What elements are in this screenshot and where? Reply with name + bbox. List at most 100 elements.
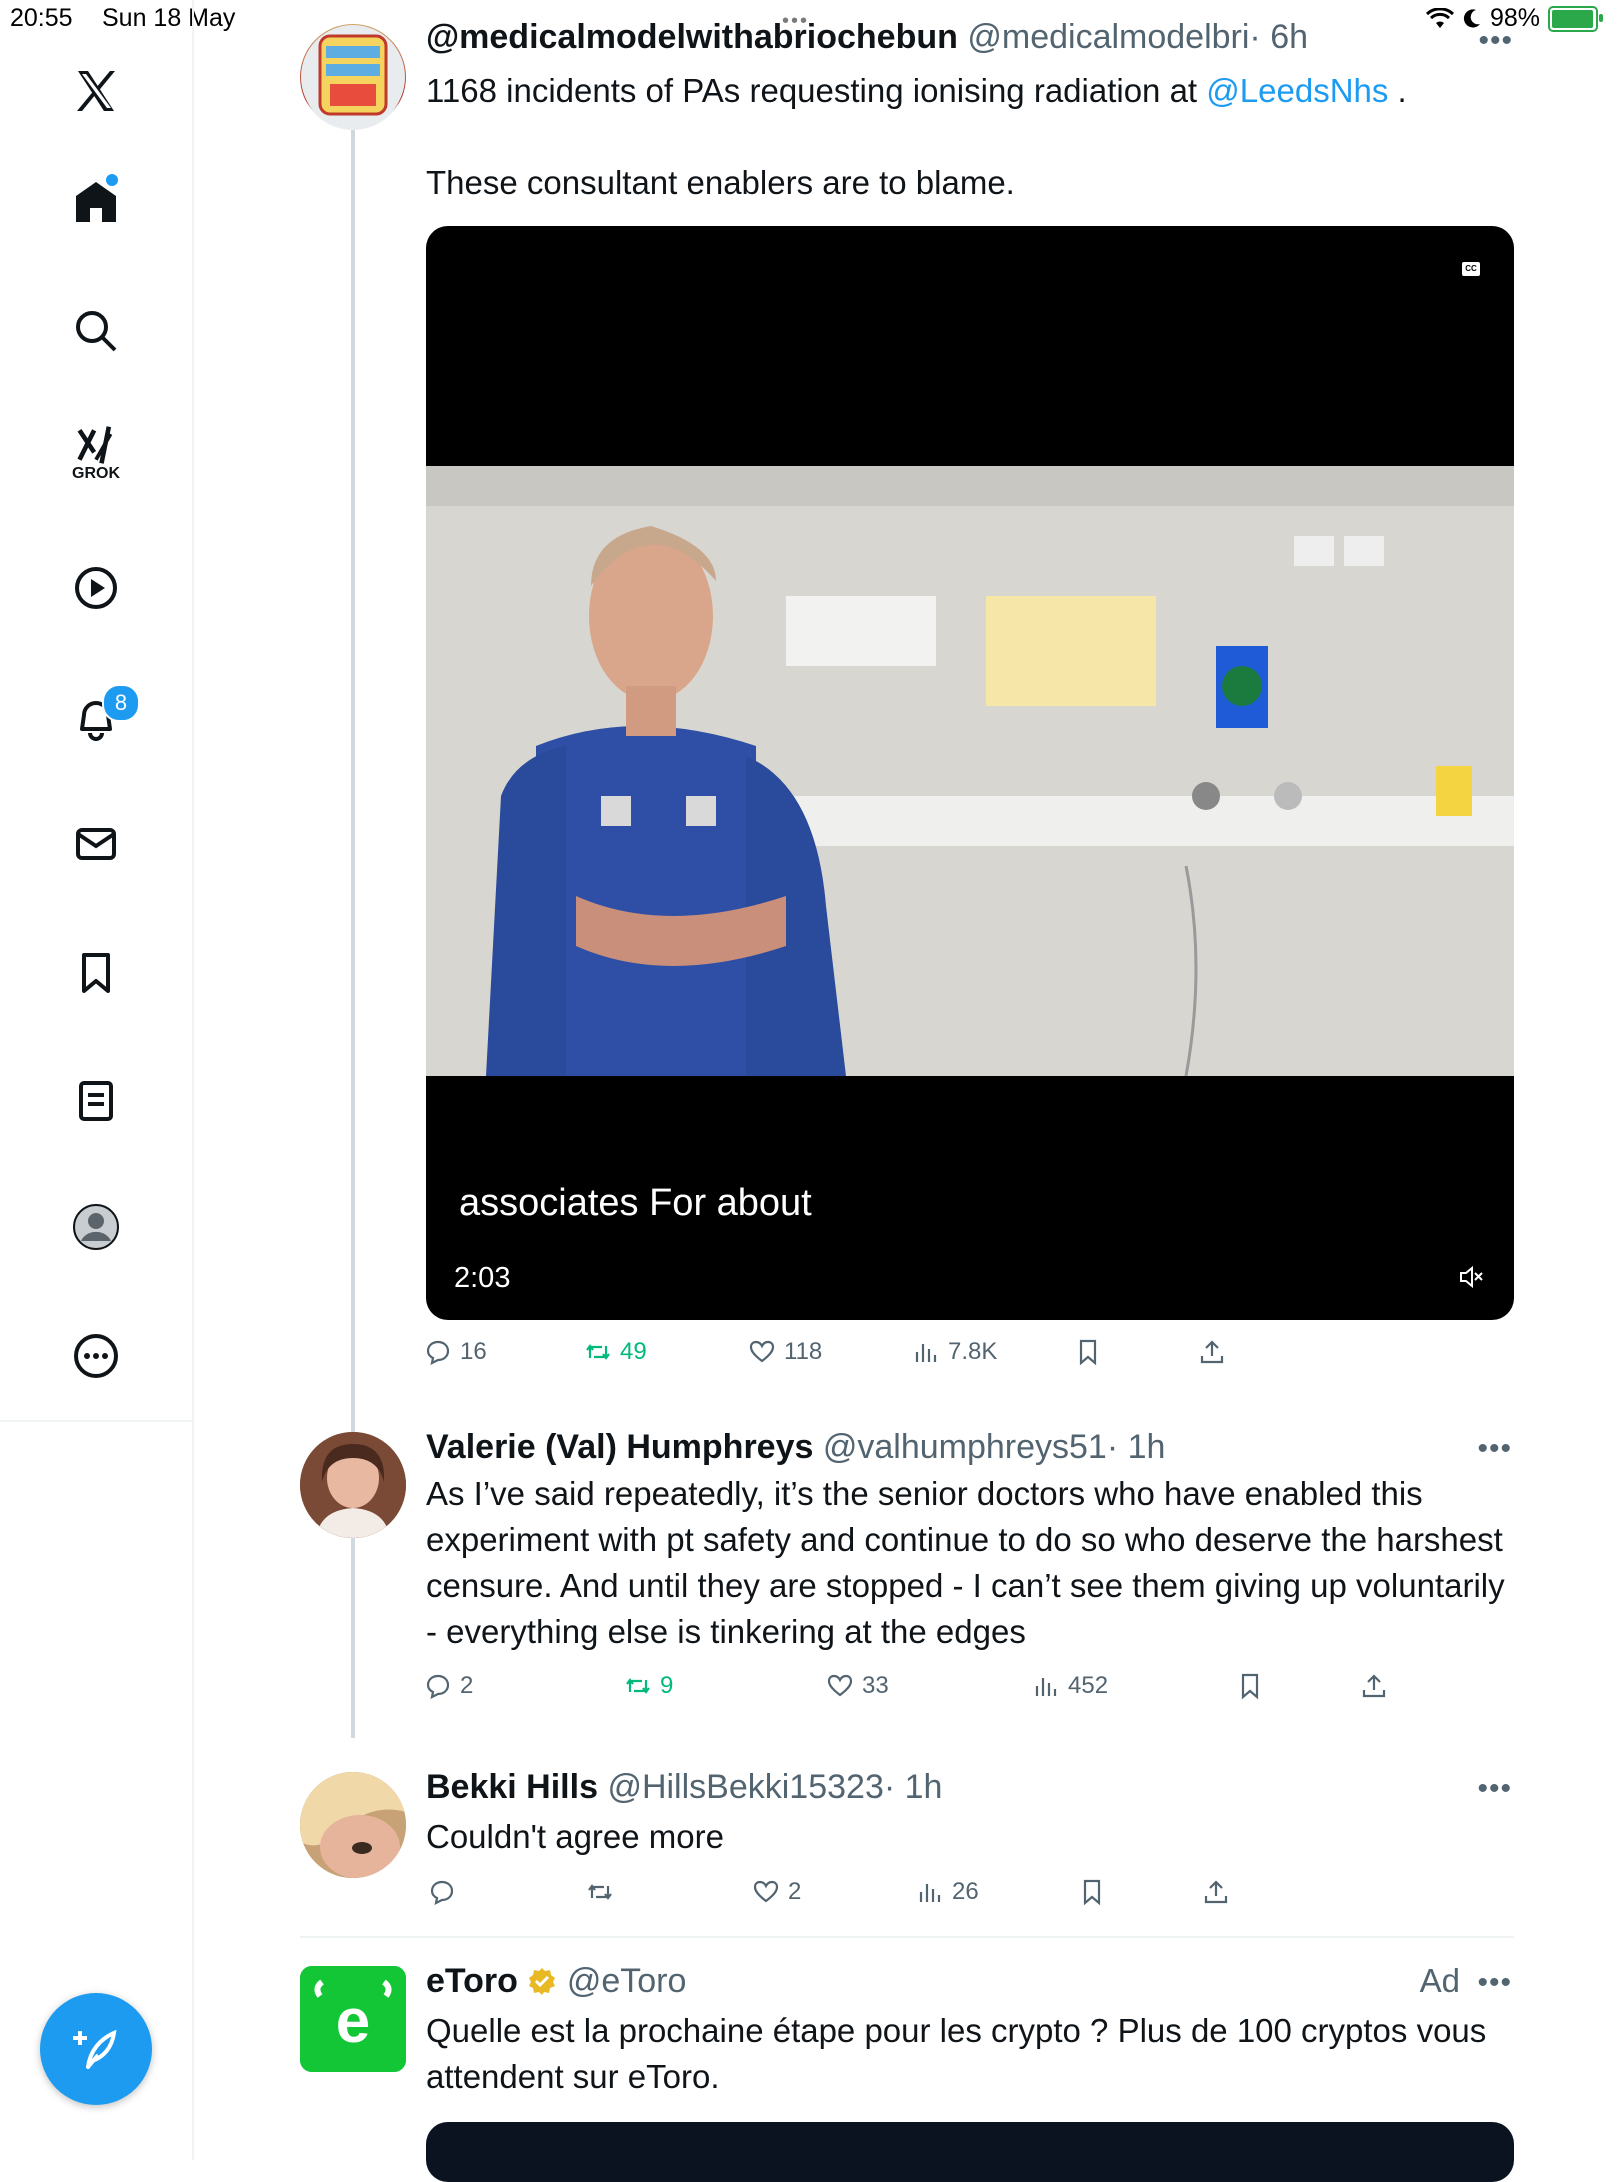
tweet-time[interactable]: · 6h — [1249, 18, 1308, 56]
reply-count: 16 — [460, 1338, 487, 1365]
views-count: 26 — [952, 1878, 979, 1905]
author-handle[interactable]: @medicalmodelbri — [967, 18, 1249, 56]
svg-text:e: e — [336, 1987, 370, 2056]
share-icon — [1200, 1340, 1224, 1364]
avatar[interactable] — [300, 24, 406, 130]
author-name[interactable]: eToro — [426, 1962, 518, 2000]
grok-label: GROK — [72, 465, 120, 482]
bookmark-icon — [1083, 1879, 1101, 1906]
thread-line — [351, 130, 355, 1435]
views-icon — [919, 1884, 941, 1902]
tweet-actions: 2 26 — [424, 1878, 1244, 1918]
tweet-header: Valerie (Val) Humphreys @valhumphreys51·… — [426, 1428, 1165, 1467]
video-player[interactable]: CC associates For about 2:03 — [426, 226, 1514, 1320]
author-handle[interactable]: @eToro — [567, 1962, 687, 2000]
lists-icon[interactable] — [65, 1070, 127, 1132]
views-button[interactable]: 26 — [916, 1878, 979, 1906]
repost-icon — [586, 1344, 610, 1360]
share-button[interactable] — [1198, 1338, 1226, 1366]
share-icon — [1362, 1674, 1386, 1698]
tweet-time[interactable]: · 1h — [1107, 1428, 1166, 1466]
author-name[interactable]: Valerie (Val) Humphreys — [426, 1428, 813, 1466]
like-button[interactable]: 33 — [826, 1672, 889, 1700]
share-button[interactable] — [1360, 1672, 1388, 1700]
like-count: 2 — [788, 1878, 802, 1905]
messages-icon[interactable] — [65, 813, 127, 875]
tweet-separator — [300, 1936, 1514, 1938]
video-icon[interactable] — [65, 557, 127, 619]
reply-button[interactable]: 2 — [424, 1672, 473, 1700]
video-duration: 2:03 — [454, 1262, 511, 1294]
mute-icon[interactable] — [1458, 1264, 1484, 1290]
views-count: 7.8K — [948, 1338, 998, 1365]
share-icon — [1204, 1880, 1228, 1904]
more-options-icon[interactable]: ••• — [1478, 24, 1513, 58]
sidebar-divider — [0, 1420, 192, 1422]
repost-icon — [588, 1884, 612, 1900]
bookmark-button[interactable] — [1078, 1878, 1106, 1906]
like-button[interactable]: 2 — [752, 1878, 801, 1906]
reply-icon — [426, 1674, 450, 1699]
tweet-text: Quelle est la prochaine étape pour les c… — [426, 2012, 1487, 2095]
bookmark-button[interactable] — [1236, 1672, 1264, 1700]
video-frame[interactable] — [426, 466, 1514, 1076]
avatar[interactable] — [300, 1772, 406, 1878]
reply-icon — [426, 1340, 450, 1365]
views-icon — [1035, 1678, 1057, 1696]
bookmark-icon — [1241, 1673, 1259, 1700]
author-handle[interactable]: @HillsBekki15323 — [607, 1768, 883, 1806]
repost-button[interactable]: 49 — [584, 1338, 647, 1366]
profile-icon[interactable] — [65, 1196, 127, 1258]
notification-badge: 8 — [102, 684, 140, 722]
tweet-actions: 16 49 118 7.8K — [424, 1338, 1244, 1378]
reply-count: 2 — [460, 1672, 474, 1699]
more-options-icon[interactable]: ••• — [1477, 1772, 1512, 1806]
tweet-header: eToro @eToro — [426, 1962, 686, 2001]
avatar[interactable] — [300, 1432, 406, 1538]
search-icon[interactable] — [65, 300, 127, 362]
more-icon[interactable] — [65, 1325, 127, 1387]
tweet-text: As I’ve said repeatedly, it’s the senior… — [426, 1475, 1505, 1650]
bookmark-button[interactable] — [1074, 1338, 1102, 1366]
repost-count: 9 — [660, 1672, 674, 1699]
bookmark-icon — [1079, 1339, 1097, 1366]
tweet-time[interactable]: · 1h — [884, 1768, 943, 1806]
compose-icon — [73, 2029, 117, 2069]
battery-fill — [1552, 9, 1594, 28]
tweet-text: Couldn't agree more — [426, 1818, 724, 1855]
views-button[interactable]: 7.8K — [912, 1338, 997, 1366]
author-name[interactable]: Bekki Hills — [426, 1768, 598, 1806]
like-count: 118 — [784, 1338, 823, 1365]
like-count: 33 — [862, 1672, 889, 1699]
reply-button[interactable] — [428, 1878, 464, 1906]
tweet-text-line: These consultant enablers are to blame. — [426, 164, 1015, 201]
author-name[interactable]: @medicalmodelwithabriochebun — [426, 18, 958, 56]
wifi-icon — [1425, 7, 1454, 28]
tweet-text: 1168 incidents of PAs requesting ionisin… — [426, 68, 1516, 206]
captions-button[interactable]: CC — [1462, 262, 1480, 276]
reply-button[interactable]: 16 — [424, 1338, 487, 1366]
mention-link[interactable]: @LeedsNhs — [1206, 72, 1388, 109]
more-options-icon[interactable]: ••• — [1477, 1966, 1512, 2000]
tweet-header: Bekki Hills @HillsBekki15323· 1h — [426, 1768, 942, 1807]
like-button[interactable]: 118 — [748, 1338, 822, 1366]
views-icon — [915, 1344, 937, 1362]
more-options-icon[interactable]: ••• — [1477, 1432, 1512, 1466]
repost-icon — [626, 1678, 650, 1694]
heart-icon — [749, 1340, 775, 1363]
advertiser-logo[interactable]: e — [300, 1966, 406, 2072]
bookmarks-icon[interactable] — [65, 942, 127, 1004]
views-count: 452 — [1068, 1672, 1109, 1699]
x-logo[interactable] — [65, 60, 127, 122]
repost-button[interactable]: 9 — [624, 1672, 673, 1700]
compose-button[interactable] — [40, 1993, 152, 2105]
ad-media[interactable] — [426, 2122, 1514, 2182]
share-button[interactable] — [1202, 1878, 1230, 1906]
grok-icon[interactable]: GROK — [65, 422, 127, 484]
heart-icon — [753, 1880, 779, 1903]
repost-button[interactable] — [586, 1878, 622, 1906]
views-button[interactable]: 452 — [1032, 1672, 1108, 1700]
home-unread-dot — [106, 174, 118, 186]
author-handle[interactable]: @valhumphreys51 — [823, 1428, 1107, 1466]
tweet-text-part: 1168 incidents of PAs requesting ionisin… — [426, 72, 1207, 109]
